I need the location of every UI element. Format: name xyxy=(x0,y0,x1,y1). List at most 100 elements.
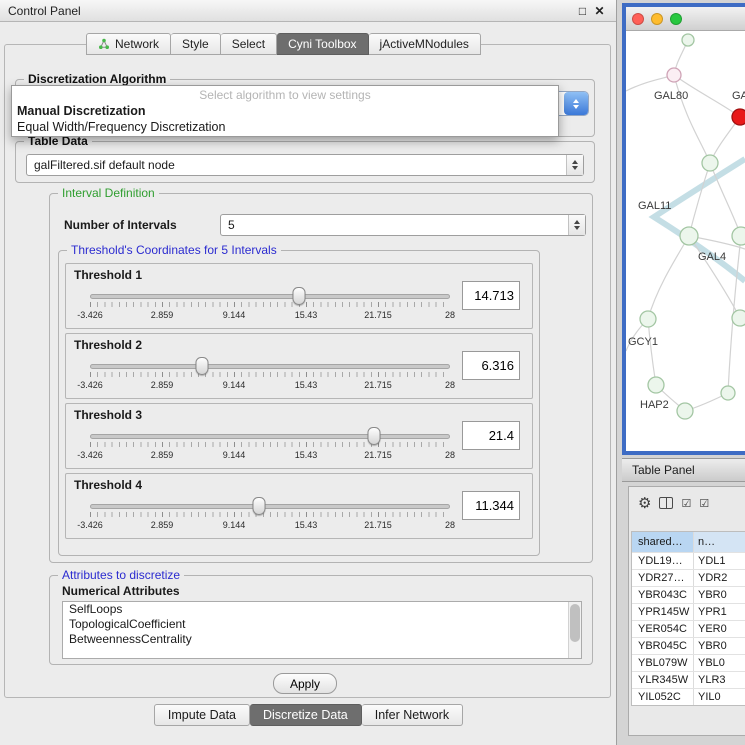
scale-label: 15.43 xyxy=(295,310,318,320)
column-header-shared-name[interactable]: shared… xyxy=(632,532,694,552)
tab-style[interactable]: Style xyxy=(171,33,221,55)
combo-arrows-icon xyxy=(568,215,585,235)
tab-discretize-data[interactable]: Discretize Data xyxy=(250,704,362,726)
table-panel-title: Table Panel xyxy=(632,463,695,477)
network-canvas[interactable]: GAL80 GA GAL11 GAL4 GCY1 HAP2 xyxy=(626,31,745,451)
threshold-2-value-input[interactable] xyxy=(462,351,520,380)
table-row[interactable]: YBR043CYBR0 xyxy=(632,586,745,603)
list-scrollbar[interactable] xyxy=(568,602,581,658)
gear-icon[interactable]: ⚙ xyxy=(638,494,651,512)
table-data-select[interactable]: galFiltered.sif default node xyxy=(26,154,584,176)
slider-scale: -3.426 2.859 9.144 15.43 21.715 28 xyxy=(90,520,450,532)
threshold-3-group: Threshold 3 -3.426 2.859 9.144 15.43 21.… xyxy=(65,403,533,469)
column-header-name[interactable]: n… xyxy=(694,532,745,552)
numerical-attributes-list[interactable]: SelfLoops TopologicalCoefficient Between… xyxy=(62,601,582,659)
network-view-window: GAL80 GA GAL11 GAL4 GCY1 HAP2 xyxy=(622,3,745,455)
scale-label: 2.859 xyxy=(151,380,174,390)
table-row[interactable]: YBR045CYBR0 xyxy=(632,637,745,654)
table-header-row: shared… n… xyxy=(632,532,745,552)
network-node xyxy=(682,34,694,46)
slider-track[interactable] xyxy=(90,504,450,509)
tab-impute-data[interactable]: Impute Data xyxy=(154,704,250,726)
tab-jactivemnodules[interactable]: jActiveMNodules xyxy=(369,33,481,55)
table-cell: YER0 xyxy=(694,621,745,637)
threshold-1-value-input[interactable] xyxy=(462,281,520,310)
network-window-titlebar[interactable] xyxy=(626,7,745,31)
scale-label: 2.859 xyxy=(151,520,174,530)
apply-button[interactable]: Apply xyxy=(273,673,337,694)
tab-network[interactable]: Network xyxy=(86,33,171,55)
numerical-attributes-label: Numerical Attributes xyxy=(62,584,180,598)
network-node xyxy=(640,311,656,327)
close-icon[interactable]: ✕ xyxy=(591,4,608,18)
threshold-4-slider[interactable]: -3.426 2.859 9.144 15.43 21.715 28 xyxy=(90,496,450,536)
close-traffic-light-icon[interactable] xyxy=(632,13,644,25)
slider-track[interactable] xyxy=(90,294,450,299)
number-of-intervals-label: Number of Intervals xyxy=(64,218,177,232)
dropdown-option-equal-width-frequency[interactable]: Equal Width/Frequency Discretization xyxy=(12,119,558,135)
columns-icon[interactable] xyxy=(659,497,673,509)
slider-track[interactable] xyxy=(90,364,450,369)
control-panel-titlebar[interactable]: Control Panel □ ✕ xyxy=(0,0,616,22)
scale-label: 15.43 xyxy=(295,450,318,460)
table-row[interactable]: YDL19…YDL1 xyxy=(632,552,745,569)
scale-label: 21.715 xyxy=(364,310,392,320)
threshold-1-group: Threshold 1 -3.426 2.859 9.144 15.43 21.… xyxy=(65,263,533,329)
scrollbar-thumb[interactable] xyxy=(570,604,580,642)
node-label: GAL80 xyxy=(654,90,688,102)
threshold-3-value-input[interactable] xyxy=(462,421,520,450)
combo-arrows-icon xyxy=(566,155,583,175)
threshold-4-value-input[interactable] xyxy=(462,491,520,520)
table-cell: YPR1 xyxy=(694,604,745,620)
network-node-selected xyxy=(732,109,745,125)
interval-definition-group: Interval Definition Number of Intervals … xyxy=(49,193,593,563)
slider-thumb[interactable] xyxy=(292,287,305,305)
threshold-3-slider[interactable]: -3.426 2.859 9.144 15.43 21.715 28 xyxy=(90,426,450,466)
scale-label: -3.426 xyxy=(77,520,103,530)
table-row[interactable]: YIL052CYIL0 xyxy=(632,688,745,705)
list-item[interactable]: TopologicalCoefficient xyxy=(63,617,581,632)
select-all-checkbox-icon[interactable]: ☑ xyxy=(681,497,691,510)
network-graph[interactable]: GAL80 GA GAL11 GAL4 GCY1 HAP2 xyxy=(626,31,745,451)
network-node xyxy=(667,68,681,82)
table-cell: YPR145W xyxy=(632,604,694,620)
algorithm-dropdown-popup: Select algorithm to view settings Manual… xyxy=(11,85,559,137)
tab-cyni-toolbox[interactable]: Cyni Toolbox xyxy=(277,33,368,55)
table-row[interactable]: YPR145WYPR1 xyxy=(632,603,745,620)
tab-select[interactable]: Select xyxy=(221,33,277,55)
table-row[interactable]: YLR345WYLR3 xyxy=(632,671,745,688)
slider-ticks xyxy=(90,512,450,517)
zoom-traffic-light-icon[interactable] xyxy=(670,13,682,25)
table-cell: YER054C xyxy=(632,621,694,637)
control-panel-window: Control Panel □ ✕ Network Style Select C… xyxy=(0,0,617,745)
selected-table: galFiltered.sif default node xyxy=(27,155,566,175)
node-label: GAL4 xyxy=(698,251,726,263)
window-title: Control Panel xyxy=(8,4,81,18)
threshold-1-slider[interactable]: -3.426 2.859 9.144 15.43 21.715 28 xyxy=(90,286,450,326)
table-panel-header[interactable]: Table Panel xyxy=(622,458,745,482)
slider-scale: -3.426 2.859 9.144 15.43 21.715 28 xyxy=(90,380,450,392)
table-cell: YIL0 xyxy=(694,689,745,705)
threshold-2-group: Threshold 2 -3.426 2.859 9.144 15.43 21.… xyxy=(65,333,533,399)
tab-infer-network[interactable]: Infer Network xyxy=(362,704,463,726)
table-row[interactable]: YBL079WYBL0 xyxy=(632,654,745,671)
scale-label: -3.426 xyxy=(77,310,103,320)
scale-label: 28 xyxy=(445,450,455,460)
number-of-intervals-select[interactable]: 5 xyxy=(220,214,586,236)
dropdown-option-manual-discretization[interactable]: Manual Discretization xyxy=(12,103,558,119)
slider-thumb[interactable] xyxy=(368,427,381,445)
slider-thumb[interactable] xyxy=(253,497,266,515)
table-toolbar: ⚙ ☑ ☑ xyxy=(629,487,745,519)
tab-label: Cyni Toolbox xyxy=(288,37,356,51)
table-row[interactable]: YER054CYER0 xyxy=(632,620,745,637)
list-item[interactable]: SelfLoops xyxy=(63,602,581,617)
minimize-traffic-light-icon[interactable] xyxy=(651,13,663,25)
table-row[interactable]: YDR27…YDR2 xyxy=(632,569,745,586)
threshold-2-slider[interactable]: -3.426 2.859 9.144 15.43 21.715 28 xyxy=(90,356,450,396)
group-title: Interval Definition xyxy=(58,186,159,200)
slider-thumb[interactable] xyxy=(195,357,208,375)
float-window-icon[interactable]: □ xyxy=(574,4,591,18)
select-columns-checkbox-icon[interactable]: ☑ xyxy=(699,497,709,510)
list-item[interactable]: BetweennessCentrality xyxy=(63,632,581,647)
slider-track[interactable] xyxy=(90,434,450,439)
